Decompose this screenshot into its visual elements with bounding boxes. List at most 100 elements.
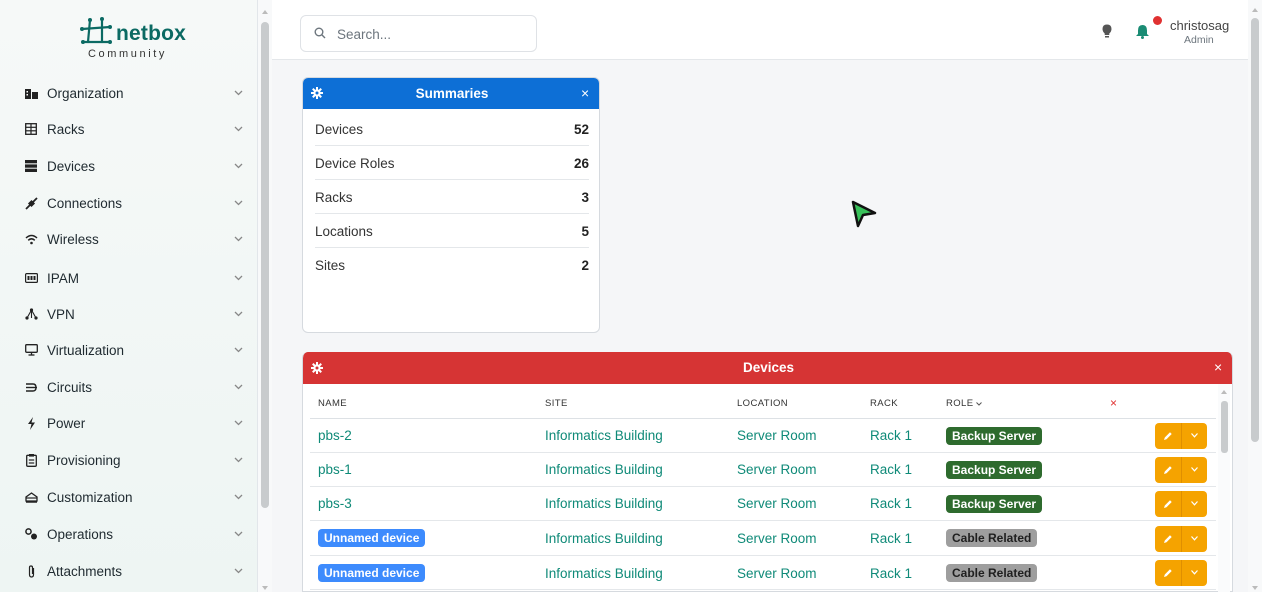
lightbulb-icon[interactable] <box>1102 24 1112 39</box>
rack-link[interactable]: Rack 1 <box>870 531 912 546</box>
scroll-up-arrow-icon[interactable] <box>1252 8 1258 12</box>
search-box[interactable] <box>300 15 537 52</box>
location-link[interactable]: Server Room <box>737 566 817 581</box>
sidebar-item-connections[interactable]: Connections <box>0 187 258 219</box>
scroll-up-arrow-icon[interactable] <box>262 10 268 14</box>
device-name-link[interactable]: pbs-2 <box>318 428 352 443</box>
role-badge[interactable]: Backup Server <box>946 461 1043 479</box>
summary-label: Sites <box>315 258 346 273</box>
sidebar-item-label: Customization <box>47 489 133 505</box>
sidebar-item-label: Organization <box>47 85 124 101</box>
scroll-down-arrow-icon[interactable] <box>1252 586 1258 590</box>
page-scrollbar-thumb[interactable] <box>1251 18 1259 442</box>
virtualization-icon <box>24 343 38 357</box>
role-badge[interactable]: Backup Server <box>946 427 1043 445</box>
site-link[interactable]: Informatics Building <box>545 496 663 511</box>
rack-link[interactable]: Rack 1 <box>870 462 912 477</box>
pencil-icon <box>1164 432 1172 440</box>
sidebar-item-wireless[interactable]: Wireless <box>0 223 258 255</box>
clear-sort-icon[interactable]: × <box>1110 396 1117 410</box>
power-icon <box>24 416 38 430</box>
sidebar-scrollbar-thumb[interactable] <box>261 22 269 508</box>
edit-button[interactable] <box>1155 423 1181 449</box>
chevron-down-icon <box>234 273 243 284</box>
sidebar-item-attachments[interactable]: Attachments <box>0 555 258 587</box>
sidebar-item-organization[interactable]: Organization <box>0 77 258 109</box>
close-icon[interactable]: × <box>1214 359 1222 375</box>
summary-row[interactable]: Devices 52 <box>315 112 589 146</box>
summaries-header[interactable]: Summaries × <box>303 78 599 109</box>
sidebar-item-label: Racks <box>47 121 85 137</box>
sidebar-item-operations[interactable]: Operations <box>0 518 258 550</box>
rack-link[interactable]: Rack 1 <box>870 428 912 443</box>
summary-row[interactable]: Locations 5 <box>315 214 589 248</box>
sidebar-item-virtualization[interactable]: Virtualization <box>0 334 258 366</box>
sidebar-item-circuits[interactable]: Circuits <box>0 371 258 403</box>
sidebar-item-label: Wireless <box>47 231 99 247</box>
sidebar-item-label: VPN <box>47 306 75 322</box>
location-link[interactable]: Server Room <box>737 531 817 546</box>
sidebar-item-provisioning[interactable]: Provisioning <box>0 444 258 476</box>
table-scrollbar-thumb[interactable] <box>1221 401 1228 453</box>
actions-dropdown-button[interactable] <box>1181 560 1207 586</box>
chevron-down-icon <box>1191 570 1198 575</box>
chevron-down-icon <box>234 161 243 172</box>
location-link[interactable]: Server Room <box>737 496 817 511</box>
summary-row[interactable]: Sites 2 <box>315 248 589 282</box>
role-badge[interactable]: Backup Server <box>946 495 1043 513</box>
sidebar-item-label: Provisioning <box>47 452 121 468</box>
sidebar-item-ipam[interactable]: IPAM <box>0 262 258 294</box>
sidebar-item-racks[interactable]: Racks <box>0 113 258 145</box>
sidebar-item-power[interactable]: Power <box>0 407 258 439</box>
rack-link[interactable]: Rack 1 <box>870 496 912 511</box>
devices-icon <box>24 159 38 173</box>
site-link[interactable]: Informatics Building <box>545 531 663 546</box>
column-header-site[interactable]: SITE <box>545 398 568 409</box>
vpn-icon <box>24 307 38 321</box>
chevron-down-icon <box>234 309 243 320</box>
column-header-rack[interactable]: RACK <box>870 398 898 409</box>
site-link[interactable]: Informatics Building <box>545 428 663 443</box>
device-name-link[interactable]: pbs-3 <box>318 496 352 511</box>
location-link[interactable]: Server Room <box>737 428 817 443</box>
summary-row[interactable]: Racks 3 <box>315 180 589 214</box>
scroll-down-arrow-icon[interactable] <box>262 586 268 590</box>
summary-row[interactable]: Device Roles 26 <box>315 146 589 180</box>
location-link[interactable]: Server Room <box>737 462 817 477</box>
sidebar-item-devices[interactable]: Devices <box>0 150 258 182</box>
edit-button[interactable] <box>1155 457 1181 483</box>
role-badge[interactable]: Cable Related <box>946 564 1038 582</box>
rack-link[interactable]: Rack 1 <box>870 566 912 581</box>
devices-header[interactable]: Devices × <box>303 352 1232 384</box>
edit-button[interactable] <box>1155 526 1181 552</box>
devices-title: Devices <box>742 360 795 375</box>
netbox-logo[interactable]: netbox Community <box>78 16 188 66</box>
site-link[interactable]: Informatics Building <box>545 462 663 477</box>
edit-button[interactable] <box>1155 560 1181 586</box>
sidebar-item-label: Operations <box>47 526 114 542</box>
paperclip-icon <box>24 564 38 578</box>
device-name-link[interactable]: pbs-1 <box>318 462 352 477</box>
scroll-up-arrow-icon[interactable] <box>1221 390 1227 394</box>
bell-icon[interactable] <box>1135 24 1150 39</box>
sidebar-item-customization[interactable]: Customization <box>0 481 258 513</box>
user-name[interactable]: christosag <box>1170 18 1229 33</box>
actions-dropdown-button[interactable] <box>1181 457 1207 483</box>
device-name-link[interactable]: Unnamed device <box>318 564 426 582</box>
close-icon[interactable]: × <box>581 85 589 101</box>
table-row: pbs-2 Informatics Building Server Room R… <box>310 419 1216 453</box>
role-badge[interactable]: Cable Related <box>946 529 1038 547</box>
top-header: christosag Admin <box>272 0 1248 60</box>
column-header-role[interactable]: ROLE <box>946 398 983 409</box>
search-input[interactable] <box>337 24 527 44</box>
device-name-link[interactable]: Unnamed device <box>318 529 426 547</box>
sidebar-item-vpn[interactable]: VPN <box>0 298 258 330</box>
actions-dropdown-button[interactable] <box>1181 423 1207 449</box>
actions-dropdown-button[interactable] <box>1181 526 1207 552</box>
table-row: Unnamed device Informatics Building Serv… <box>310 556 1216 590</box>
column-header-name[interactable]: NAME <box>318 398 347 409</box>
actions-dropdown-button[interactable] <box>1181 491 1207 517</box>
column-header-location[interactable]: LOCATION <box>737 398 788 409</box>
site-link[interactable]: Informatics Building <box>545 566 663 581</box>
edit-button[interactable] <box>1155 491 1181 517</box>
